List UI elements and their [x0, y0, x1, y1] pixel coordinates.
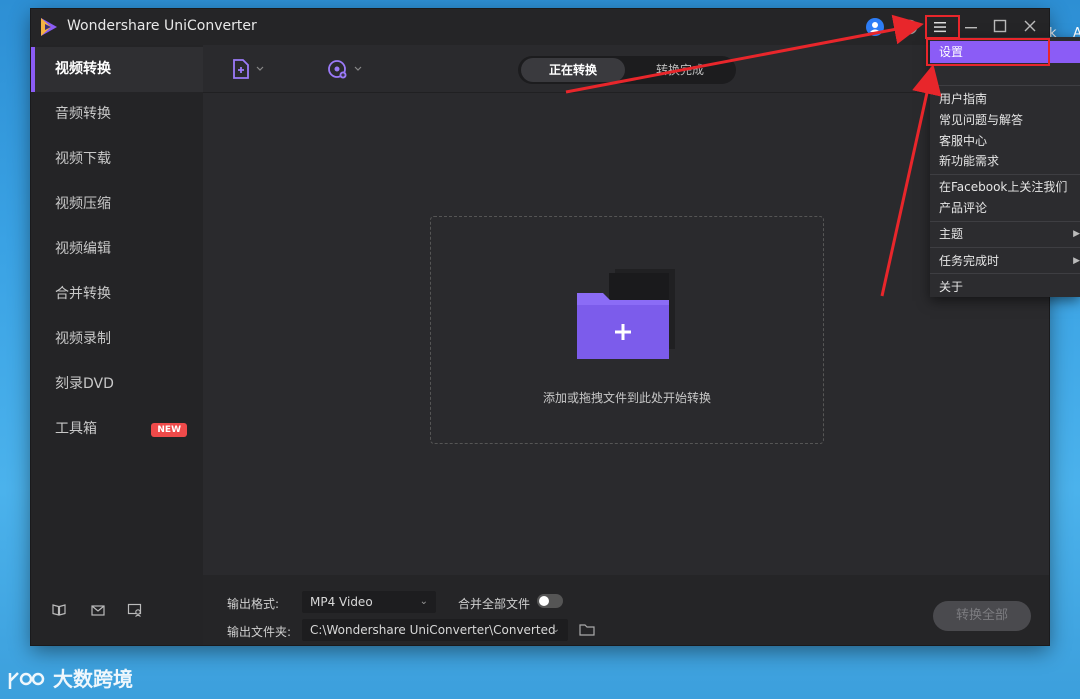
watermark: 大数跨境 — [6, 663, 133, 693]
arrow-to-menu — [565, 14, 924, 94]
watermark-logo-icon — [8, 671, 45, 689]
arrow-to-settings — [880, 64, 942, 297]
annotation-arrows — [565, 14, 942, 297]
watermark-text: 大数跨境 — [52, 667, 133, 691]
